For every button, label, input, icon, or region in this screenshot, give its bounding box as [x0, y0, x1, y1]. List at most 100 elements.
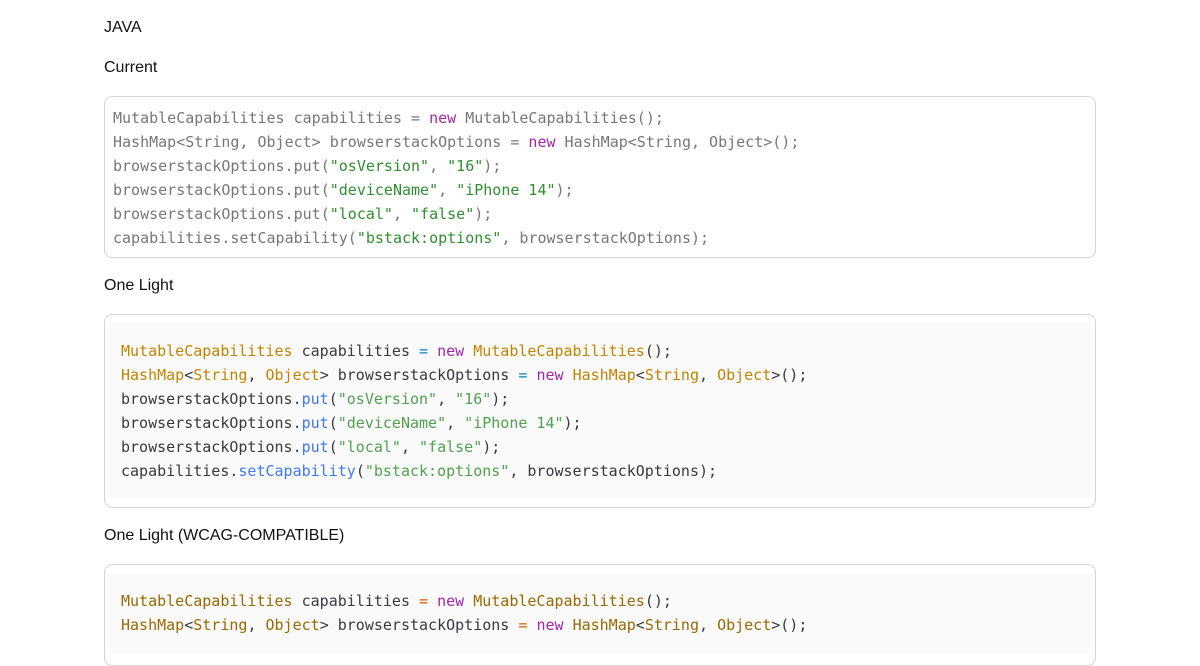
code-one-light-wcag: MutableCapabilities capabilities = new M…: [109, 573, 1091, 653]
code-token-plain: ,: [429, 157, 448, 175]
code-token-plain: ,: [446, 414, 465, 432]
code-token-plain: browserstackOptions.put(: [113, 205, 330, 223]
code-token-plain: capabilities.: [121, 462, 239, 480]
code-token-plain: <: [184, 616, 194, 634]
code-token-plain: MutableCapabilities capabilities =: [113, 109, 430, 127]
code-token-plain: ,: [699, 366, 718, 384]
code-token-plain: ,: [247, 616, 266, 634]
code-token-str: "false": [419, 438, 483, 456]
code-token-str: "bstack:options": [356, 229, 502, 247]
code-token-op: =: [419, 592, 429, 610]
code-token-plain: );: [563, 414, 582, 432]
code-token-plain: HashMap<String, Object> browserstackOpti…: [113, 133, 529, 151]
code-token-type: String: [644, 366, 699, 384]
code-line: HashMap<String, Object> browserstackOpti…: [113, 130, 1087, 154]
code-block-one-light[interactable]: MutableCapabilities capabilities = new M…: [104, 314, 1096, 508]
code-token-str: "osVersion": [329, 157, 430, 175]
section-label-one-light: One Light: [104, 277, 174, 294]
code-token-plain: <: [635, 366, 645, 384]
code-token-plain: );: [482, 438, 501, 456]
section-label-current: Current: [104, 59, 158, 76]
code-token-str: "deviceName": [329, 181, 439, 199]
code-token-plain: (: [328, 438, 338, 456]
code-token-str: "bstack:options": [364, 462, 510, 480]
code-token-type: HashMap: [572, 616, 636, 634]
code-token-str: "iPhone 14": [456, 181, 556, 199]
code-token-plain: , browserstackOptions);: [501, 229, 710, 247]
code-token-str: "iPhone 14": [464, 414, 564, 432]
code-token-kw: new: [429, 109, 457, 127]
code-token-kw: new: [536, 366, 564, 384]
code-token-type: MutableCapabilities: [121, 592, 293, 610]
code-token-type: String: [193, 366, 248, 384]
code-token-plain: ,: [438, 181, 457, 199]
code-token-str: "deviceName": [337, 414, 447, 432]
code-line: capabilities.setCapability("bstack:optio…: [113, 226, 1087, 250]
code-token-fn: setCapability: [238, 462, 356, 480]
code-line: MutableCapabilities capabilities = new M…: [121, 589, 1079, 613]
code-token-type: Object: [265, 366, 320, 384]
code-token-fn: put: [301, 438, 329, 456]
code-token-plain: );: [491, 390, 510, 408]
code-token-type: HashMap: [572, 366, 636, 384]
code-token-str: "local": [337, 438, 401, 456]
code-token-str: "16": [447, 157, 484, 175]
code-token-plain: >();: [771, 366, 808, 384]
code-token-type: Object: [265, 616, 320, 634]
code-token-plain: ,: [247, 366, 266, 384]
code-token-plain: );: [483, 157, 502, 175]
code-token-kw: new: [528, 133, 556, 151]
code-token-plain: MutableCapabilities();: [456, 109, 664, 127]
code-line: browserstackOptions.put("osVersion", "16…: [113, 154, 1087, 178]
code-token-type: String: [644, 616, 699, 634]
code-token-plain: (: [355, 462, 365, 480]
code-token-kw: new: [437, 342, 465, 360]
code-token-type: MutableCapabilities: [121, 342, 293, 360]
code-token-plain: capabilities: [292, 592, 420, 610]
code-token-type: HashMap: [121, 616, 185, 634]
code-token-kw: new: [437, 592, 465, 610]
code-token-plain: ,: [437, 390, 456, 408]
code-line: HashMap<String, Object> browserstackOpti…: [121, 613, 1079, 637]
code-token-plain: HashMap<String, Object>();: [555, 133, 800, 151]
code-token-plain: ();: [644, 342, 672, 360]
code-block-current[interactable]: MutableCapabilities capabilities = new M…: [104, 96, 1096, 258]
code-line: browserstackOptions.put("local", "false"…: [121, 435, 1079, 459]
code-token-plain: browserstackOptions.put(: [113, 157, 330, 175]
code-token-plain: > browserstackOptions: [319, 616, 519, 634]
code-token-plain: , browserstackOptions);: [509, 462, 718, 480]
code-token-plain: );: [474, 205, 493, 223]
code-token-plain: capabilities.setCapability(: [113, 229, 357, 247]
code-token-plain: (: [328, 414, 338, 432]
code-token-op: =: [419, 342, 429, 360]
code-token-plain: browserstackOptions.: [121, 414, 302, 432]
code-line: browserstackOptions.put("local", "false"…: [113, 202, 1087, 226]
code-token-type: Object: [717, 616, 772, 634]
code-inner-one-light: MutableCapabilities capabilities = new M…: [109, 323, 1091, 499]
code-token-type: HashMap: [121, 366, 185, 384]
code-token-plain: ,: [400, 438, 420, 456]
code-token-plain: (: [328, 390, 338, 408]
code-line: MutableCapabilities capabilities = new M…: [113, 106, 1087, 130]
code-token-plain: capabilities: [292, 342, 420, 360]
code-token-type: Object: [717, 366, 772, 384]
code-token-kw: new: [536, 616, 564, 634]
code-token-plain: ();: [644, 592, 672, 610]
code-token-str: "osVersion": [337, 390, 438, 408]
code-one-light: MutableCapabilities capabilities = new M…: [109, 323, 1091, 499]
code-inner-one-light-wcag: MutableCapabilities capabilities = new M…: [109, 573, 1091, 653]
code-token-plain: > browserstackOptions: [319, 366, 519, 384]
code-line: browserstackOptions.put("osVersion", "16…: [121, 387, 1079, 411]
code-token-plain: <: [635, 616, 645, 634]
code-token-plain: );: [555, 181, 574, 199]
code-token-plain: >();: [771, 616, 808, 634]
code-line: browserstackOptions.put("deviceName", "i…: [121, 411, 1079, 435]
code-block-one-light-wcag[interactable]: MutableCapabilities capabilities = new M…: [104, 564, 1096, 666]
code-token-str: "local": [329, 205, 393, 223]
code-token-str: "16": [455, 390, 492, 408]
